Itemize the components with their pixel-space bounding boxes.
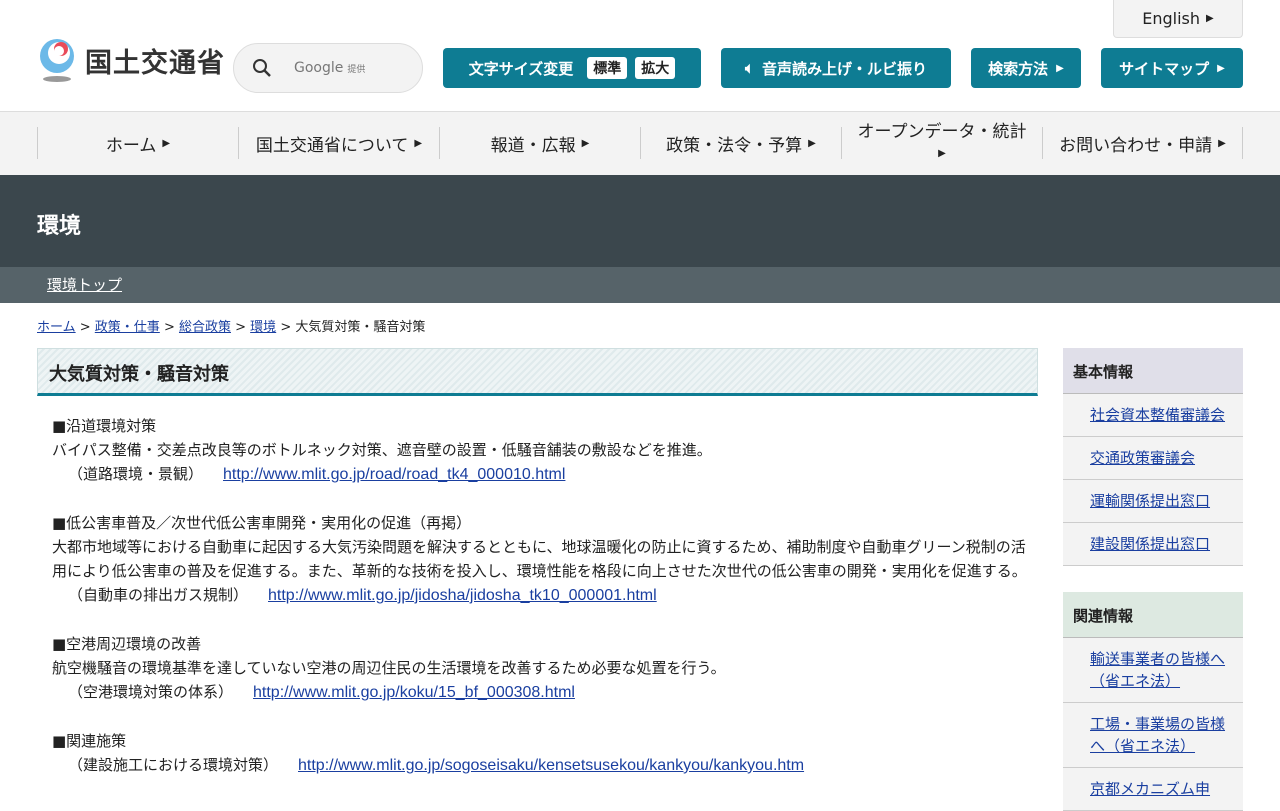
ref-label: （建設施工における環境対策） — [68, 756, 279, 774]
english-label: English — [1142, 9, 1201, 28]
global-nav: ホーム ▶ 国土交通省について ▶ 報道・広報 ▶ 政策・法令・予算 ▶ オープンデータ… — [0, 112, 1280, 175]
search-placeholder: Google 提供 — [294, 60, 366, 76]
triangle-right-icon: ▶ — [1056, 62, 1064, 74]
sidebar-heading: 基本情報 — [1063, 348, 1243, 394]
nav-about[interactable]: 国土交通省について ▶ — [238, 127, 439, 159]
triangle-right-icon: ▶ — [938, 148, 946, 159]
sidebar-link[interactable]: 建設関係提出窓口 — [1090, 535, 1210, 553]
sub-nav: 環境トップ — [0, 267, 1280, 303]
sidebar-basic-info: 基本情報 社会資本整備審議会 交通政策審議会 運輸関係提出窓口 建設関係提出窓口 — [1063, 348, 1243, 566]
sidebar-link[interactable]: 運輸関係提出窓口 — [1090, 492, 1210, 510]
content-section: ■関連施策 （建設施工における環境対策） http://www.mlit.go.j… — [52, 729, 1037, 778]
content-section: ■低公害車普及／次世代低公害車開発・実用化の促進（再掲） 大都市地域等における自… — [52, 511, 1037, 608]
speaker-icon: 🔈︎ — [744, 59, 754, 77]
search-box[interactable]: Google 提供 — [233, 43, 423, 93]
ref-label: （空港環境対策の体系） — [68, 683, 234, 701]
section-text: 航空機騒音の環境基準を達していない空港の周辺住民の生活環境を改善するため必要な処… — [52, 659, 726, 677]
font-large-button[interactable]: 拡大 — [635, 57, 676, 79]
triangle-right-icon: ▶ — [808, 137, 816, 149]
sitemap-button[interactable]: サイトマップ ▶ — [1101, 48, 1243, 88]
font-size-control: 文字サイズ変更 標準 拡大 — [443, 48, 701, 88]
content-section: ■沿道環境対策 バイパス整備・交差点改良等のボトルネック対策、遮音壁の設置・低騒… — [52, 414, 1037, 487]
section-heading: ■空港周辺環境の改善 — [52, 635, 202, 653]
search-method-label: 検索方法 — [988, 59, 1049, 78]
triangle-right-icon: ▶ — [1218, 137, 1226, 149]
voice-label: 音声読み上げ・ルビ振り — [762, 59, 928, 78]
font-standard-button[interactable]: 標準 — [587, 57, 628, 79]
sidebar-related-info: 関連情報 輸送事業者の皆様へ（省エネ法） 工場・事業場の皆様へ（省エネ法） 京都… — [1063, 592, 1243, 811]
sitemap-label: サイトマップ — [1119, 59, 1210, 78]
sidebar-link[interactable]: 輸送事業者の皆様へ（省エネ法） — [1090, 650, 1225, 690]
section-title: 環境 — [0, 175, 1280, 267]
breadcrumb-link[interactable]: 環境 — [250, 320, 276, 335]
section-heading: ■沿道環境対策 — [52, 417, 157, 435]
font-size-label: 文字サイズ変更 — [468, 59, 574, 78]
nav-contact[interactable]: お問い合わせ・申請 ▶ — [1042, 127, 1243, 159]
main-content: ■沿道環境対策 バイパス整備・交差点改良等のボトルネック対策、遮音壁の設置・低騒… — [52, 414, 1037, 802]
triangle-right-icon: ▶ — [414, 137, 423, 149]
section-text: バイパス整備・交差点改良等のボトルネック対策、遮音壁の設置・低騒音舗装の敷設など… — [52, 441, 712, 459]
logo[interactable]: 国土交通省 — [37, 38, 225, 82]
nav-press[interactable]: 報道・広報 ▶ — [439, 127, 640, 159]
nav-opendata[interactable]: オープンデータ・統計 ▶ — [841, 122, 1042, 159]
breadcrumb-link[interactable]: 政策・仕事 — [95, 320, 160, 335]
search-icon[interactable] — [252, 58, 272, 78]
ref-label: （道路環境・景観） — [68, 465, 204, 483]
triangle-right-icon: ▶ — [1217, 62, 1225, 74]
ref-link[interactable]: http://www.mlit.go.jp/sogoseisaku/kenset… — [298, 757, 804, 774]
sidebar-heading: 関連情報 — [1063, 592, 1243, 638]
section-heading: ■関連施策 — [52, 732, 127, 750]
triangle-right-icon: ▶ — [162, 137, 171, 149]
voice-ruby-button[interactable]: 🔈︎ 音声読み上げ・ルビ振り — [721, 48, 951, 88]
sidebar-link[interactable]: 工場・事業場の皆様へ（省エネ法） — [1090, 715, 1225, 755]
english-link[interactable]: English ▶ — [1113, 0, 1243, 38]
nav-home[interactable]: ホーム ▶ — [37, 127, 238, 159]
ref-link[interactable]: http://www.mlit.go.jp/road/road_tk4_0000… — [223, 466, 565, 483]
triangle-right-icon: ▶ — [581, 137, 590, 149]
content-section: ■空港周辺環境の改善 航空機騒音の環境基準を達していない空港の周辺住民の生活環境… — [52, 632, 1037, 705]
sidebar-link[interactable]: 京都メカニズム申 — [1090, 780, 1210, 798]
section-heading: ■低公害車普及／次世代低公害車開発・実用化の促進（再掲） — [52, 514, 472, 532]
ref-link[interactable]: http://www.mlit.go.jp/jidosha/jidosha_tk… — [268, 587, 657, 604]
env-top-link[interactable]: 環境トップ — [47, 276, 122, 294]
ref-link[interactable]: http://www.mlit.go.jp/koku/15_bf_000308.… — [253, 684, 575, 701]
breadcrumb: ホーム > 政策・仕事 > 総合政策 > 環境 > 大気質対策・騒音対策 — [37, 320, 426, 335]
sidebar-link[interactable]: 交通政策審議会 — [1090, 449, 1195, 467]
triangle-right-icon: ▶ — [1206, 13, 1214, 24]
sidebar-link[interactable]: 社会資本整備審議会 — [1090, 406, 1225, 424]
mlit-logo-icon — [40, 39, 74, 82]
logo-text: 国土交通省 — [85, 47, 225, 79]
nav-policy[interactable]: 政策・法令・予算 ▶ — [640, 127, 841, 159]
breadcrumb-link[interactable]: 総合政策 — [179, 320, 231, 335]
breadcrumb-current: 大気質対策・騒音対策 — [295, 320, 426, 335]
breadcrumb-link[interactable]: ホーム — [37, 320, 76, 335]
search-method-button[interactable]: 検索方法 ▶ — [971, 48, 1081, 88]
section-text: 大都市地域等における自動車に起因する大気汚染問題を解決するとともに、地球温暖化の… — [52, 538, 1027, 580]
page-title: 大気質対策・騒音対策 — [37, 348, 1038, 396]
ref-label: （自動車の排出ガス規制） — [68, 586, 249, 604]
